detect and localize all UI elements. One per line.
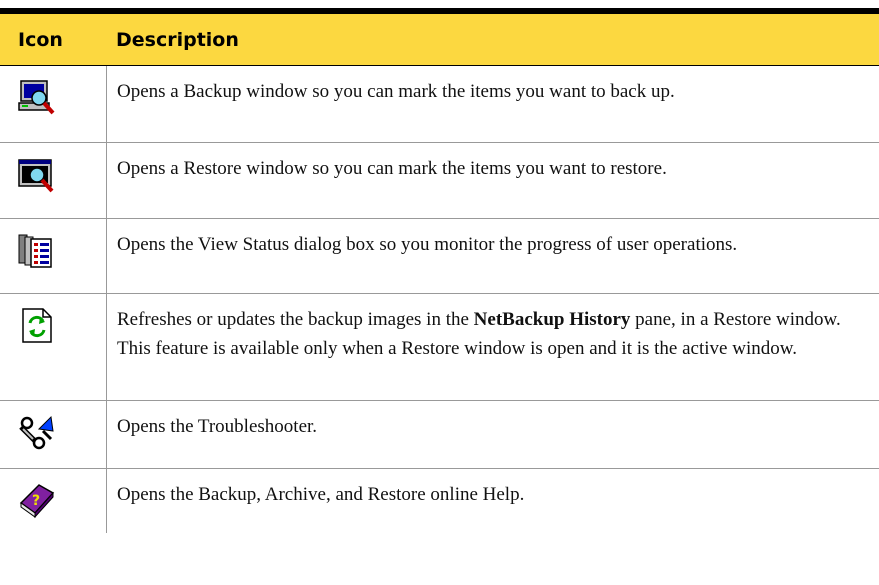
icon-cell xyxy=(0,219,107,293)
icon-cell xyxy=(0,66,107,142)
row-description: Opens a Restore window so you can mark t… xyxy=(117,158,667,179)
row-description: Opens the View Status dialog box so you … xyxy=(117,234,738,255)
view-status-icon xyxy=(18,234,52,268)
table-row: Opens the View Status dialog box so you … xyxy=(0,219,879,294)
svg-text:?: ? xyxy=(32,493,40,509)
refresh-icon xyxy=(22,308,52,343)
icon-cell xyxy=(0,143,107,218)
bold-term: NetBackup History xyxy=(473,309,631,330)
row-description: Refreshes or updates the backup images i… xyxy=(117,309,841,359)
icon-cell: ? xyxy=(0,469,107,533)
table-row: Opens the Troubleshooter. xyxy=(0,401,879,469)
help-icon: ? xyxy=(19,484,55,519)
table-header: Icon Description xyxy=(0,14,879,66)
icon-cell xyxy=(0,294,107,400)
troubleshooter-icon xyxy=(19,415,54,450)
header-description: Description xyxy=(116,28,239,51)
backup-icon xyxy=(18,80,55,115)
icon-description-table: Icon Description Opens a Backup window s… xyxy=(0,8,879,533)
table-row: Opens a Restore window so you can mark t… xyxy=(0,143,879,219)
table-row: Opens a Backup window so you can mark th… xyxy=(0,66,879,143)
row-description: Opens the Backup, Archive, and Restore o… xyxy=(117,484,525,505)
row-description: Opens the Troubleshooter. xyxy=(117,416,318,437)
table-row: Refreshes or updates the backup images i… xyxy=(0,294,879,401)
header-icon: Icon xyxy=(18,28,63,51)
icon-cell xyxy=(0,401,107,468)
table-row: ? Opens the Backup, Archive, and Restore… xyxy=(0,469,879,533)
row-description: Opens a Backup window so you can mark th… xyxy=(117,81,675,102)
restore-icon xyxy=(18,159,54,193)
